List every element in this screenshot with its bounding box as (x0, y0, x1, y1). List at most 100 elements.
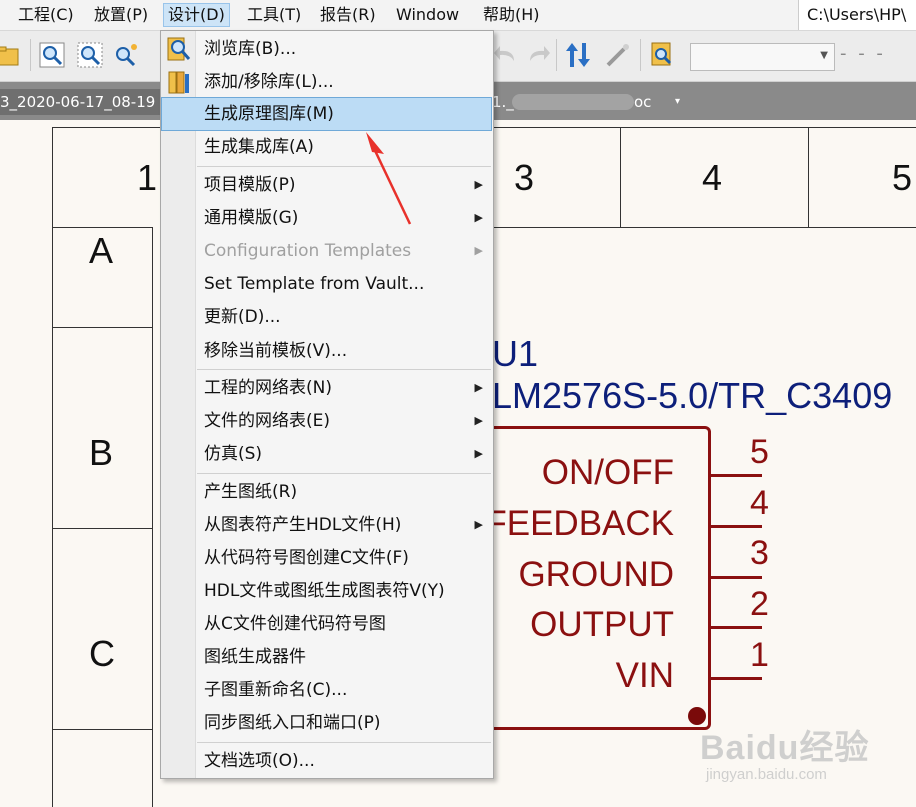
menu-item-label: 浏览库(B)... (204, 39, 297, 59)
sheet-inner-border (152, 227, 153, 807)
row-divider (52, 729, 152, 730)
submenu-arrow-icon: ▶ (474, 414, 483, 427)
pin-name: ON/OFF (541, 453, 674, 492)
toolbar-separator (30, 39, 31, 71)
pin-name: OUTPUT (530, 605, 674, 644)
menu-place[interactable]: 放置(P) (90, 4, 152, 26)
menu-item-browse-library[interactable]: 浏览库(B)... (161, 33, 493, 65)
menu-item-label: 从图表符产生HDL文件(H) (204, 515, 402, 535)
zoom-area-icon[interactable] (76, 41, 104, 69)
menu-separator (197, 166, 491, 167)
column-label: 4 (702, 157, 723, 198)
tab-dropdown-icon[interactable]: ▾ (675, 89, 680, 115)
component-comment[interactable]: LM2576S-5.0/TR_C3409 (492, 375, 892, 417)
menu-item-label: 项目模版(P) (204, 175, 296, 195)
watermark: Baidu经验 jingyan.baidu.com (700, 720, 910, 800)
submenu-arrow-icon: ▶ (474, 381, 483, 394)
menu-item-label: 更新(D)... (204, 307, 281, 327)
pin-wire[interactable] (710, 525, 762, 528)
menu-item-hdl-from-symbol[interactable]: 从图表符产生HDL文件(H) ▶ (161, 509, 493, 541)
menu-item-label: 添加/移除库(L)... (204, 72, 334, 92)
zone-divider (492, 227, 916, 228)
menu-item-project-templates[interactable]: 项目模版(P) ▶ (161, 169, 493, 201)
pin-wire[interactable] (710, 626, 762, 629)
menu-item-label: 从C文件创建代码符号图 (204, 614, 386, 634)
path-field[interactable]: C:\Users\HP\ (798, 0, 916, 30)
menu-item-label: 生成原理图库(M) (204, 104, 334, 124)
menu-item-label: 工程的网络表(N) (204, 378, 332, 398)
sheet-border-left (52, 127, 53, 807)
pin-name: FEEDBACK (485, 504, 674, 543)
row-divider (52, 327, 152, 328)
redo-icon[interactable] (524, 41, 552, 69)
menu-item-update[interactable]: 更新(D)... (161, 301, 493, 333)
menu-item-document-netlist[interactable]: 文件的网络表(E) ▶ (161, 405, 493, 437)
redacted-filename (512, 94, 634, 110)
tab-document-2[interactable]: 1._ oc ▾ (492, 89, 697, 115)
menu-item-make-integrated-library[interactable]: 生成集成库(A) (161, 131, 493, 163)
menu-item-simulate[interactable]: 仿真(S) ▶ (161, 438, 493, 470)
submenu-arrow-icon: ▶ (474, 447, 483, 460)
menu-item-code-symbol-from-c-file[interactable]: 从C文件创建代码符号图 (161, 608, 493, 640)
menu-item-remove-current-template[interactable]: 移除当前模板(V)... (161, 335, 493, 367)
column-label: 1 (137, 157, 158, 198)
magic-wand-icon[interactable] (604, 41, 632, 69)
zoom-fit-icon[interactable] (38, 41, 66, 69)
pin-name: VIN (615, 656, 674, 695)
menu-item-label: Configuration Templates (204, 241, 412, 261)
pin-number: 2 (750, 585, 769, 623)
pin-wire[interactable] (710, 677, 762, 680)
menu-separator (197, 742, 491, 743)
menu-project[interactable]: 工程(C) (14, 4, 78, 26)
menu-item-part-from-sheet[interactable]: 图纸生成器件 (161, 641, 493, 673)
menu-item-project-netlist[interactable]: 工程的网络表(N) ▶ (161, 372, 493, 404)
menu-item-configuration-templates: Configuration Templates ▶ (161, 235, 493, 267)
row-divider (52, 528, 152, 529)
menu-tools[interactable]: 工具(T) (243, 4, 305, 26)
menu-item-label: 图纸生成器件 (204, 647, 306, 667)
menu-item-label: 通用模版(G) (204, 208, 299, 228)
pin-wire[interactable] (710, 576, 762, 579)
menu-window[interactable]: Window (392, 4, 463, 26)
undo-icon[interactable] (492, 41, 520, 69)
menu-item-create-sheet[interactable]: 产生图纸(R) (161, 476, 493, 508)
tab-document-1[interactable]: 3_2020-06-17_08-19 (0, 89, 160, 115)
chevron-down-icon: ▼ (820, 50, 828, 61)
submenu-arrow-icon: ▶ (474, 211, 483, 224)
menu-help[interactable]: 帮助(H) (479, 4, 544, 26)
row-label: B (89, 432, 114, 473)
cross-probe-icon[interactable] (564, 41, 592, 69)
submenu-arrow-icon: ▶ (474, 244, 483, 257)
component-designator[interactable]: U1 (492, 333, 538, 375)
menu-item-label: 从代码符号图创建C文件(F) (204, 548, 409, 568)
toolbar-overflow[interactable]: - - - (840, 43, 910, 69)
menu-item-label: 文档选项(O)... (204, 751, 315, 771)
menu-item-document-options[interactable]: 文档选项(O)... (161, 745, 493, 777)
zoom-selected-icon[interactable] (112, 41, 140, 69)
menu-item-c-file-from-code-symbol[interactable]: 从代码符号图创建C文件(F) (161, 542, 493, 574)
pin-wire[interactable] (710, 474, 762, 477)
add-remove-library-icon (168, 71, 189, 94)
menu-item-symbol-from-hdl-or-sheet[interactable]: HDL文件或图纸生成图表符V(Y) (161, 575, 493, 607)
menu-reports[interactable]: 报告(R) (316, 4, 380, 26)
toolbar-combo[interactable]: ▼ (690, 43, 835, 71)
column-divider (808, 127, 809, 227)
watermark-logo: Baidu经验 (700, 729, 870, 767)
pin-name: GROUND (518, 555, 674, 594)
tab-document-2-suffix: oc (634, 93, 652, 111)
column-label: 3 (514, 157, 535, 198)
column-divider (620, 127, 621, 227)
menu-item-label: 同步图纸入口和端口(P) (204, 713, 381, 733)
menu-item-rename-child-sheet[interactable]: 子图重新命名(C)... (161, 674, 493, 706)
menu-item-label: 移除当前模板(V)... (204, 341, 348, 361)
menu-item-general-templates[interactable]: 通用模版(G) ▶ (161, 202, 493, 234)
menu-item-make-schematic-library[interactable]: 生成原理图库(M) (161, 97, 492, 131)
pin-number: 5 (750, 433, 769, 471)
menu-item-add-remove-library[interactable]: 添加/移除库(L)... (161, 66, 493, 98)
menu-item-sync-sheet-entries-ports[interactable]: 同步图纸入口和端口(P) (161, 707, 493, 739)
submenu-arrow-icon: ▶ (474, 178, 483, 191)
menu-item-set-template-from-vault[interactable]: Set Template from Vault... (161, 268, 493, 300)
menu-design[interactable]: 设计(D) (163, 3, 230, 27)
open-folder-icon[interactable] (0, 41, 22, 69)
library-browse-icon[interactable] (648, 41, 676, 69)
